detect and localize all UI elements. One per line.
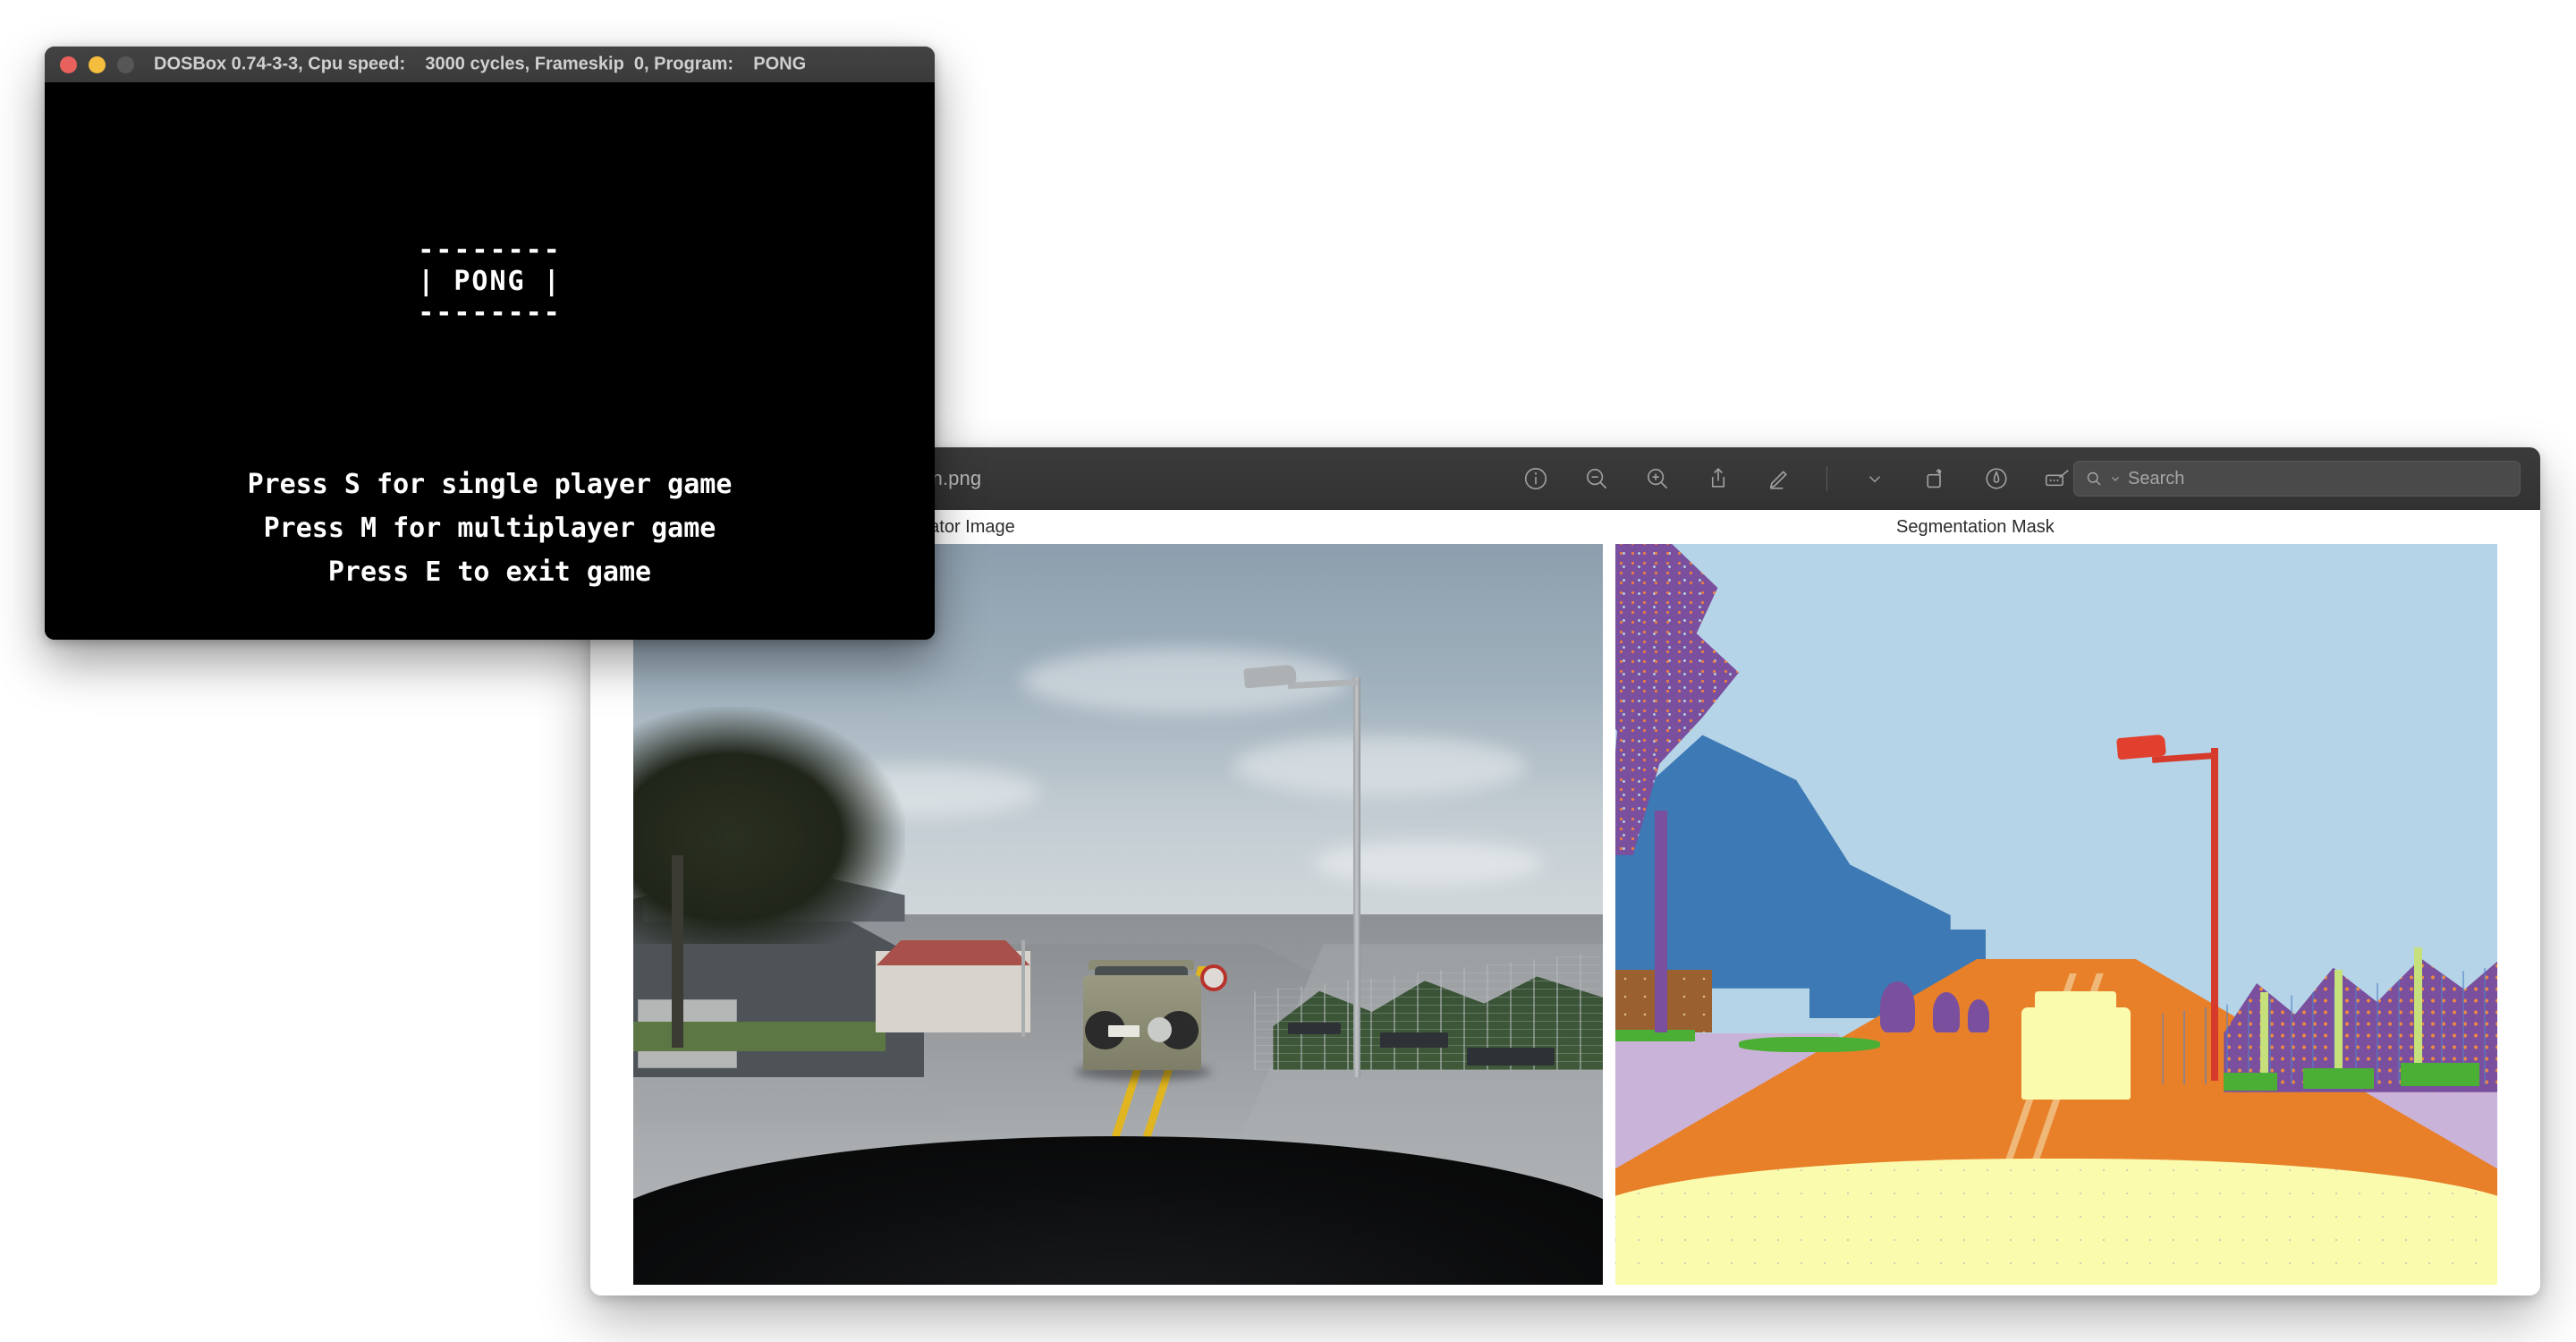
minimize-button[interactable] xyxy=(89,56,106,73)
vehicle-spare-wheel xyxy=(1148,1017,1172,1042)
pong-title-art: --------| PONG |-------- xyxy=(45,234,935,328)
search-chevron-down-icon xyxy=(2110,473,2121,484)
mask-pole xyxy=(2211,748,2218,1082)
zoom-in-icon[interactable] xyxy=(1642,463,1673,494)
mask-vegetation-trunk xyxy=(1655,811,1667,1032)
chevron-down-icon[interactable] xyxy=(1860,463,1890,494)
cloud xyxy=(1021,648,1352,715)
menu-item-multiplayer[interactable]: Press M for multiplayer game xyxy=(264,513,716,544)
dosbox-title-text: DOSBox 0.74-3-3, Cpu speed: 3000 cycles,… xyxy=(154,55,806,75)
pong-title-top-border: -------- xyxy=(418,234,562,266)
grass-left xyxy=(633,1022,886,1051)
mask-pole-head xyxy=(2116,735,2166,760)
bench xyxy=(1288,1023,1342,1034)
markup-pen-icon[interactable] xyxy=(1764,463,1794,494)
dosbox-titlebar[interactable]: DOSBox 0.74-3-3, Cpu speed: 3000 cycles,… xyxy=(45,47,935,83)
dosbox-screen[interactable]: --------| PONG |-------- Press S for sin… xyxy=(45,82,935,640)
mask-ego-hood xyxy=(1615,1159,2497,1285)
dosbox-window[interactable]: DOSBox 0.74-3-3, Cpu speed: 3000 cycles,… xyxy=(45,47,935,640)
bench xyxy=(1380,1032,1448,1048)
bench xyxy=(1467,1048,1555,1066)
zoom-out-icon[interactable] xyxy=(1581,463,1612,494)
search-field[interactable]: Search xyxy=(2073,461,2521,497)
mask-fence-post xyxy=(2334,970,2343,1074)
menu-item-single-player[interactable]: Press S for single player game xyxy=(248,469,733,500)
mask-grass xyxy=(2401,1063,2480,1086)
rotate-icon[interactable] xyxy=(1920,463,1951,494)
annotate-icon[interactable] xyxy=(1981,463,2012,494)
mask-grass xyxy=(1739,1037,1880,1052)
toolbar-divider xyxy=(1826,466,1827,491)
streetlight-pole xyxy=(1353,677,1360,1077)
search-icon xyxy=(2085,470,2103,488)
info-icon[interactable] xyxy=(1521,463,1551,494)
search-placeholder: Search xyxy=(2128,469,2184,489)
carla-simulator-image[interactable] xyxy=(633,544,1603,1285)
mask-vegetation xyxy=(1968,999,1989,1032)
pong-title-label: | PONG | xyxy=(418,266,562,297)
sketch-icon[interactable] xyxy=(2042,463,2072,494)
window-controls xyxy=(60,56,134,73)
mask-vegetation xyxy=(1880,981,1915,1033)
pong-menu: Press S for single player game Press M fo… xyxy=(45,463,935,594)
cloud xyxy=(1234,736,1525,795)
mask-fence-post xyxy=(2260,992,2268,1081)
close-button[interactable] xyxy=(60,56,77,73)
menu-item-exit[interactable]: Press E to exit game xyxy=(328,556,651,588)
zoom-button[interactable] xyxy=(117,56,134,73)
pong-title-bottom-border: -------- xyxy=(418,297,562,328)
mask-fence-post xyxy=(2414,947,2422,1066)
tree-trunk xyxy=(672,855,683,1048)
desktop-background: Vehicle-Semantic-Segmentation.png xyxy=(0,0,2576,1342)
streetlight-far xyxy=(1021,940,1025,1037)
segmentation-mask-image[interactable] xyxy=(1615,544,2497,1285)
mask-grass xyxy=(2224,1073,2276,1091)
vehicle-license-plate xyxy=(1108,1025,1140,1037)
mask-vegetation xyxy=(1933,992,1960,1033)
cloud xyxy=(1312,840,1545,885)
share-icon[interactable] xyxy=(1703,463,1733,494)
mask-grass xyxy=(2303,1068,2374,1089)
segmentation-panel-label: Segmentation Mask xyxy=(1896,517,2055,538)
mask-vehicle xyxy=(2021,1007,2131,1100)
preview-toolbar xyxy=(1521,447,2072,510)
figure-area xyxy=(590,544,2540,1254)
